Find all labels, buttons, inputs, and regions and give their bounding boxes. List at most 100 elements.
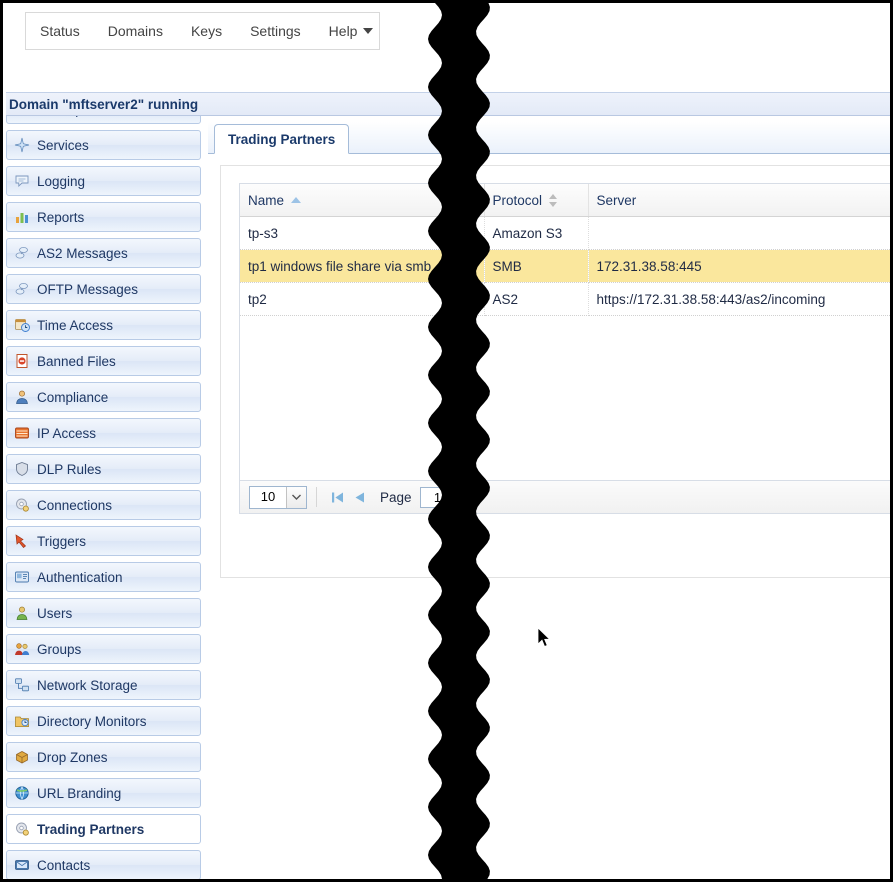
- sidebar-item-dlp-rules[interactable]: DLP Rules: [6, 454, 201, 484]
- sidebar-item-groups[interactable]: Groups: [6, 634, 201, 664]
- cell-name: tp-s3: [240, 217, 484, 250]
- directory-monitors-icon: [14, 713, 30, 729]
- sidebar-item-label: DLP Rules: [37, 462, 101, 477]
- services-icon: [14, 137, 30, 153]
- sidebar-item-authentication[interactable]: Authentication: [6, 562, 201, 592]
- grid-pager: 10: [240, 480, 893, 513]
- table-row[interactable]: tp1 windows file share via smbSMB172.31.…: [240, 250, 893, 283]
- url-branding-icon: [14, 785, 30, 801]
- time-access-icon: [14, 317, 30, 333]
- column-header-server-label: Server: [597, 193, 637, 208]
- menu-item-domains-label: Domains: [108, 23, 163, 39]
- trading-partners-table: Name Protocol Server tp-s3Amazon S3tp1 w…: [240, 184, 893, 316]
- sidebar-item-label: Logging: [37, 174, 85, 189]
- sidebar-navigation[interactable]: Description Services Logging Reports AS2 Mes…: [6, 116, 203, 882]
- sidebar-item-contacts[interactable]: Contacts: [6, 850, 201, 880]
- first-page-icon[interactable]: [326, 486, 348, 508]
- triggers-icon: [14, 533, 30, 549]
- sidebar-item-directory-monitors[interactable]: Directory Monitors: [6, 706, 201, 736]
- sort-unsorted-icon: [549, 194, 558, 207]
- sidebar-item-label: Triggers: [37, 534, 86, 549]
- sidebar-item-label: AS2 Messages: [37, 246, 128, 261]
- sidebar-item-label: Network Storage: [37, 678, 138, 693]
- sidebar-item-description[interactable]: Description: [6, 116, 201, 124]
- menu-item-help-label: Help: [329, 23, 358, 39]
- sidebar-item-banned-files[interactable]: Banned Files: [6, 346, 201, 376]
- menu-item-keys[interactable]: Keys: [177, 13, 236, 49]
- sidebar-item-label: Drop Zones: [37, 750, 108, 765]
- sort-ascending-icon: [291, 197, 301, 203]
- main-content-area: Trading Partners Name Protocol Server: [208, 122, 893, 882]
- trading-partners-grid: Name Protocol Server tp-s3Amazon S3tp1 w…: [239, 183, 893, 514]
- menu-item-status[interactable]: Status: [26, 13, 94, 49]
- cell-server: 172.31.38.58:445: [588, 250, 893, 283]
- pager-divider: [316, 487, 317, 507]
- domain-status-bar: Domain "mftserver2" running: [6, 92, 893, 116]
- menu-item-keys-label: Keys: [191, 23, 222, 39]
- table-header-row: Name Protocol Server: [240, 184, 893, 217]
- sidebar-item-ip-access[interactable]: IP Access: [6, 418, 201, 448]
- authentication-icon: [14, 569, 30, 585]
- dlp-rules-icon: [14, 461, 30, 477]
- table-row[interactable]: tp-s3Amazon S3: [240, 217, 893, 250]
- column-header-name[interactable]: Name: [240, 184, 484, 217]
- grid-empty-space: [240, 316, 893, 480]
- logging-icon: [14, 173, 30, 189]
- description-icon: [14, 116, 30, 117]
- cell-name: tp2: [240, 283, 484, 316]
- sidebar-item-url-branding[interactable]: URL Branding: [6, 778, 201, 808]
- sidebar-item-trading-partners[interactable]: Trading Partners: [6, 814, 201, 844]
- sidebar-item-reports[interactable]: Reports: [6, 202, 201, 232]
- table-body: tp-s3Amazon S3tp1 windows file share via…: [240, 217, 893, 316]
- sidebar-item-label: Compliance: [37, 390, 108, 405]
- page-size-select[interactable]: 10: [249, 486, 307, 509]
- contacts-icon: [14, 857, 30, 873]
- menu-item-settings-label: Settings: [250, 23, 301, 39]
- prev-page-icon[interactable]: [348, 486, 370, 508]
- sidebar-item-label: URL Branding: [37, 786, 121, 801]
- sidebar-item-triggers[interactable]: Triggers: [6, 526, 201, 556]
- network-storage-icon: [14, 677, 30, 693]
- page-size-value: 10: [250, 487, 286, 508]
- menu-item-settings[interactable]: Settings: [236, 13, 315, 49]
- menu-item-status-label: Status: [40, 23, 80, 39]
- sidebar-item-services[interactable]: Services: [6, 130, 201, 160]
- pager-page-label: Page: [380, 490, 412, 505]
- compliance-icon: [14, 389, 30, 405]
- sidebar-item-label: Description: [37, 116, 105, 117]
- sidebar-item-label: IP Access: [37, 426, 96, 441]
- tab-trading-partners[interactable]: Trading Partners: [214, 124, 349, 154]
- cell-server: https://172.31.38.58:443/as2/incoming: [588, 283, 893, 316]
- sidebar-item-users[interactable]: Users: [6, 598, 201, 628]
- column-header-server[interactable]: Server: [588, 184, 893, 217]
- sidebar-item-label: Groups: [37, 642, 81, 657]
- trading-partners-icon: [14, 821, 30, 837]
- cell-protocol: AS2: [484, 283, 588, 316]
- drop-zones-icon: [14, 749, 30, 765]
- sidebar-item-connections[interactable]: Connections: [6, 490, 201, 520]
- page-number-input[interactable]: 1: [420, 487, 456, 508]
- sidebar-item-logging[interactable]: Logging: [6, 166, 201, 196]
- menu-item-help[interactable]: Help: [315, 13, 388, 49]
- trading-partners-panel: Name Protocol Server tp-s3Amazon S3tp1 w…: [220, 165, 893, 578]
- sidebar-item-time-access[interactable]: Time Access: [6, 310, 201, 340]
- sidebar-item-network-storage[interactable]: Network Storage: [6, 670, 201, 700]
- cell-protocol: Amazon S3: [484, 217, 588, 250]
- sidebar-item-oftp-messages[interactable]: OFTP Messages: [6, 274, 201, 304]
- sidebar-item-as2-messages[interactable]: AS2 Messages: [6, 238, 201, 268]
- chevron-down-icon[interactable]: [286, 487, 306, 508]
- sidebar-item-label: Services: [37, 138, 89, 153]
- column-header-protocol[interactable]: Protocol: [484, 184, 588, 217]
- sidebar-item-label: Banned Files: [37, 354, 116, 369]
- sidebar-item-label: Users: [37, 606, 72, 621]
- sidebar-item-label: Reports: [37, 210, 84, 225]
- table-row[interactable]: tp2AS2https://172.31.38.58:443/as2/incom…: [240, 283, 893, 316]
- groups-icon: [14, 641, 30, 657]
- menu-item-domains[interactable]: Domains: [94, 13, 177, 49]
- sidebar-item-drop-zones[interactable]: Drop Zones: [6, 742, 201, 772]
- sidebar-item-label: OFTP Messages: [37, 282, 138, 297]
- sidebar-item-compliance[interactable]: Compliance: [6, 382, 201, 412]
- sidebar-item-label: Connections: [37, 498, 112, 513]
- reports-icon: [14, 209, 30, 225]
- ip-access-icon: [14, 425, 30, 441]
